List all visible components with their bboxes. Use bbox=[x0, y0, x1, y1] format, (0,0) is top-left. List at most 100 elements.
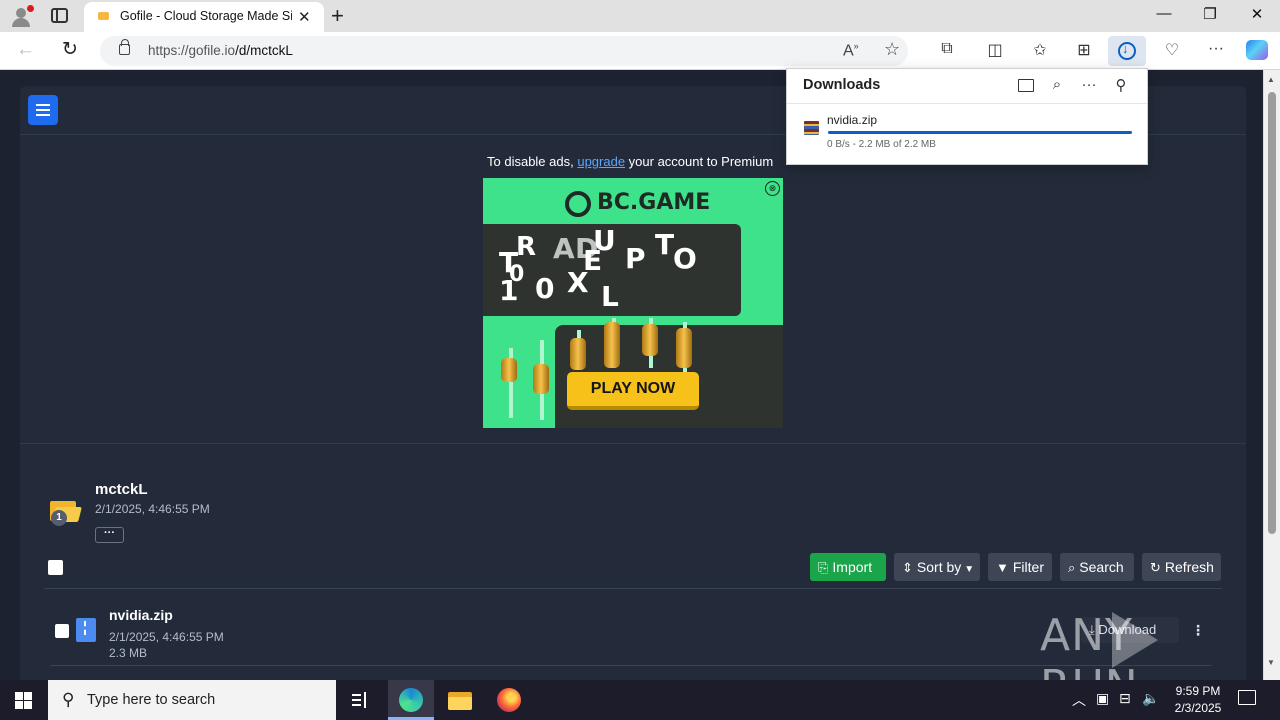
ad-candle bbox=[533, 364, 549, 394]
extensions-icon[interactable]: ⧉ bbox=[934, 40, 960, 58]
open-folder-icon[interactable] bbox=[1018, 79, 1034, 92]
windows-start-icon[interactable] bbox=[15, 692, 32, 709]
file-explorer-icon[interactable] bbox=[448, 688, 472, 712]
folder-more-button[interactable]: ··· bbox=[95, 527, 124, 543]
download-status: 0 B/s - 2.2 MB of 2.2 MB bbox=[827, 139, 936, 150]
tab-strip: Gofile - Cloud Storage Made Simple ✕ + —… bbox=[0, 0, 1280, 32]
tab-title: Gofile - Cloud Storage Made Simple bbox=[120, 9, 292, 23]
taskbar-search-box[interactable]: ⚲ Type here to search bbox=[48, 680, 336, 720]
restore-icon[interactable]: ❐ bbox=[1195, 5, 1225, 23]
browser-tab[interactable]: Gofile - Cloud Storage Made Simple ✕ bbox=[84, 2, 324, 32]
scroll-up-icon[interactable]: ▲ bbox=[1267, 75, 1275, 84]
address-bar[interactable]: https://gofile.io/d/mctckL A» ☆ bbox=[100, 36, 908, 66]
download-filename[interactable]: nvidia.zip bbox=[827, 113, 877, 127]
scrollbar-thumb[interactable] bbox=[1268, 92, 1276, 534]
divider bbox=[44, 588, 1222, 589]
import-icon: ⎘ bbox=[818, 560, 829, 575]
taskbar: ⚲ Type here to search ︿ ▣ ⊟ 🔈 9:59 PM 2/… bbox=[0, 680, 1280, 720]
ad-choices-icon[interactable]: ⊗ bbox=[765, 181, 780, 196]
ad-candle bbox=[604, 322, 620, 368]
upgrade-link[interactable]: upgrade bbox=[577, 154, 625, 169]
url-host: https://gofile.io bbox=[148, 43, 236, 58]
ad-candle bbox=[676, 328, 692, 368]
search-icon[interactable]: ⌕ bbox=[1047, 76, 1067, 96]
show-hidden-icons-icon[interactable]: ︿ bbox=[1072, 690, 1086, 710]
more-options-icon[interactable]: ··· bbox=[1079, 76, 1099, 96]
divider bbox=[50, 665, 1212, 666]
lock-icon[interactable] bbox=[119, 39, 130, 55]
clock-time: 9:59 PM bbox=[1175, 684, 1221, 698]
refresh-icon: ↻ bbox=[1150, 560, 1161, 575]
back-icon[interactable]: ← bbox=[16, 39, 35, 61]
device-icon[interactable]: ▣ bbox=[1096, 690, 1109, 707]
pin-icon[interactable]: ⚲ bbox=[1111, 76, 1131, 96]
ad-banner[interactable]: BC.GAME ⊗ T R A D U P T O E 1 0 0 X L PL… bbox=[483, 178, 783, 428]
ad-candle bbox=[501, 358, 517, 382]
search-icon: ⚲ bbox=[62, 690, 75, 709]
url-text[interactable]: https://gofile.io/d/mctckL bbox=[148, 43, 293, 58]
ad-play-now-button[interactable]: PLAY NOW bbox=[567, 372, 699, 410]
volume-icon[interactable]: 🔈 bbox=[1142, 690, 1159, 707]
system-clock[interactable]: 9:59 PM 2/3/2025 bbox=[1163, 683, 1233, 717]
ad-notice: To disable ads, upgrade your account to … bbox=[487, 154, 774, 169]
anyrun-watermark: ANY RUN bbox=[1040, 610, 1240, 680]
favorites-icon[interactable]: ✩ bbox=[1027, 40, 1053, 60]
read-aloud-icon[interactable]: A» bbox=[843, 41, 859, 60]
divider bbox=[787, 103, 1147, 104]
scroll-down-icon[interactable]: ▼ bbox=[1267, 658, 1275, 667]
task-view-icon[interactable] bbox=[350, 688, 374, 712]
bc-game-logo-icon bbox=[565, 191, 591, 217]
ad-candle bbox=[570, 338, 586, 370]
notifications-icon[interactable] bbox=[1238, 690, 1256, 705]
close-window-icon[interactable]: ✕ bbox=[1242, 5, 1272, 23]
network-icon[interactable]: ⊟ bbox=[1119, 690, 1131, 707]
caret-down-icon: ▼ bbox=[964, 564, 975, 575]
tab-actions-icon[interactable] bbox=[51, 8, 68, 23]
search-button[interactable]: ⌕ Search bbox=[1060, 553, 1134, 581]
downloads-icon[interactable] bbox=[1108, 36, 1146, 66]
downloads-title: Downloads bbox=[803, 77, 881, 93]
folder-count-badge: 1 bbox=[51, 510, 67, 526]
download-progress-bar bbox=[828, 131, 1132, 134]
file-checkbox[interactable] bbox=[55, 624, 69, 638]
minimize-icon[interactable]: — bbox=[1149, 5, 1179, 22]
download-progress-fill bbox=[828, 131, 1132, 134]
filter-icon: ▼ bbox=[996, 560, 1009, 575]
close-tab-icon[interactable]: ✕ bbox=[298, 8, 311, 26]
taskbar-search-placeholder: Type here to search bbox=[87, 692, 216, 708]
folder-name: mctckL bbox=[95, 481, 148, 498]
url-path: /d/mctckL bbox=[235, 43, 293, 58]
split-screen-icon[interactable]: ◫ bbox=[982, 40, 1008, 60]
clock-date: 2/3/2025 bbox=[1174, 701, 1222, 715]
profile-icon[interactable] bbox=[8, 4, 34, 28]
page-scrollbar[interactable]: ▲ ▼ bbox=[1263, 70, 1280, 680]
edge-icon[interactable] bbox=[399, 688, 423, 712]
file-size: 2.3 MB bbox=[109, 646, 148, 660]
gofile-favicon-icon bbox=[98, 12, 109, 20]
copilot-icon[interactable] bbox=[1246, 40, 1268, 60]
sort-icon: ⇕ bbox=[902, 560, 913, 575]
file-date: 2/1/2025, 4:46:55 PM bbox=[109, 630, 224, 644]
filter-button[interactable]: ▼ Filter bbox=[988, 553, 1052, 581]
favorite-star-icon[interactable]: ☆ bbox=[884, 39, 900, 60]
firefox-icon[interactable] bbox=[497, 688, 521, 712]
select-all-checkbox[interactable] bbox=[48, 560, 63, 575]
new-tab-icon[interactable]: + bbox=[331, 3, 344, 29]
more-icon[interactable]: ··· bbox=[1203, 40, 1229, 58]
collections-icon[interactable]: ⊞ bbox=[1071, 40, 1097, 60]
refresh-icon[interactable]: ↻ bbox=[62, 38, 78, 61]
downloads-panel: Downloads ⌕ ··· ⚲ nvidia.zip 0 B/s - 2.2… bbox=[786, 68, 1148, 165]
folder-icon: 1 bbox=[50, 498, 82, 526]
winrar-archive-icon bbox=[804, 121, 819, 135]
import-button[interactable]: ⎘ Import bbox=[810, 553, 886, 581]
browser-essentials-icon[interactable]: ♡ bbox=[1159, 40, 1185, 60]
menu-toggle-button[interactable] bbox=[28, 95, 58, 125]
file-name[interactable]: nvidia.zip bbox=[109, 607, 173, 623]
refresh-button[interactable]: ↻ Refresh bbox=[1142, 553, 1221, 581]
ad-letters: T R A D U P T O E 1 0 0 X L bbox=[499, 224, 697, 313]
zip-file-icon bbox=[76, 618, 96, 642]
folder-created: 2/1/2025, 4:46:55 PM bbox=[95, 502, 210, 516]
ad-brand: BC.GAME bbox=[597, 190, 711, 215]
play-triangle-icon bbox=[1112, 612, 1158, 668]
sort-by-button[interactable]: ⇕ Sort by ▼ bbox=[894, 553, 980, 581]
